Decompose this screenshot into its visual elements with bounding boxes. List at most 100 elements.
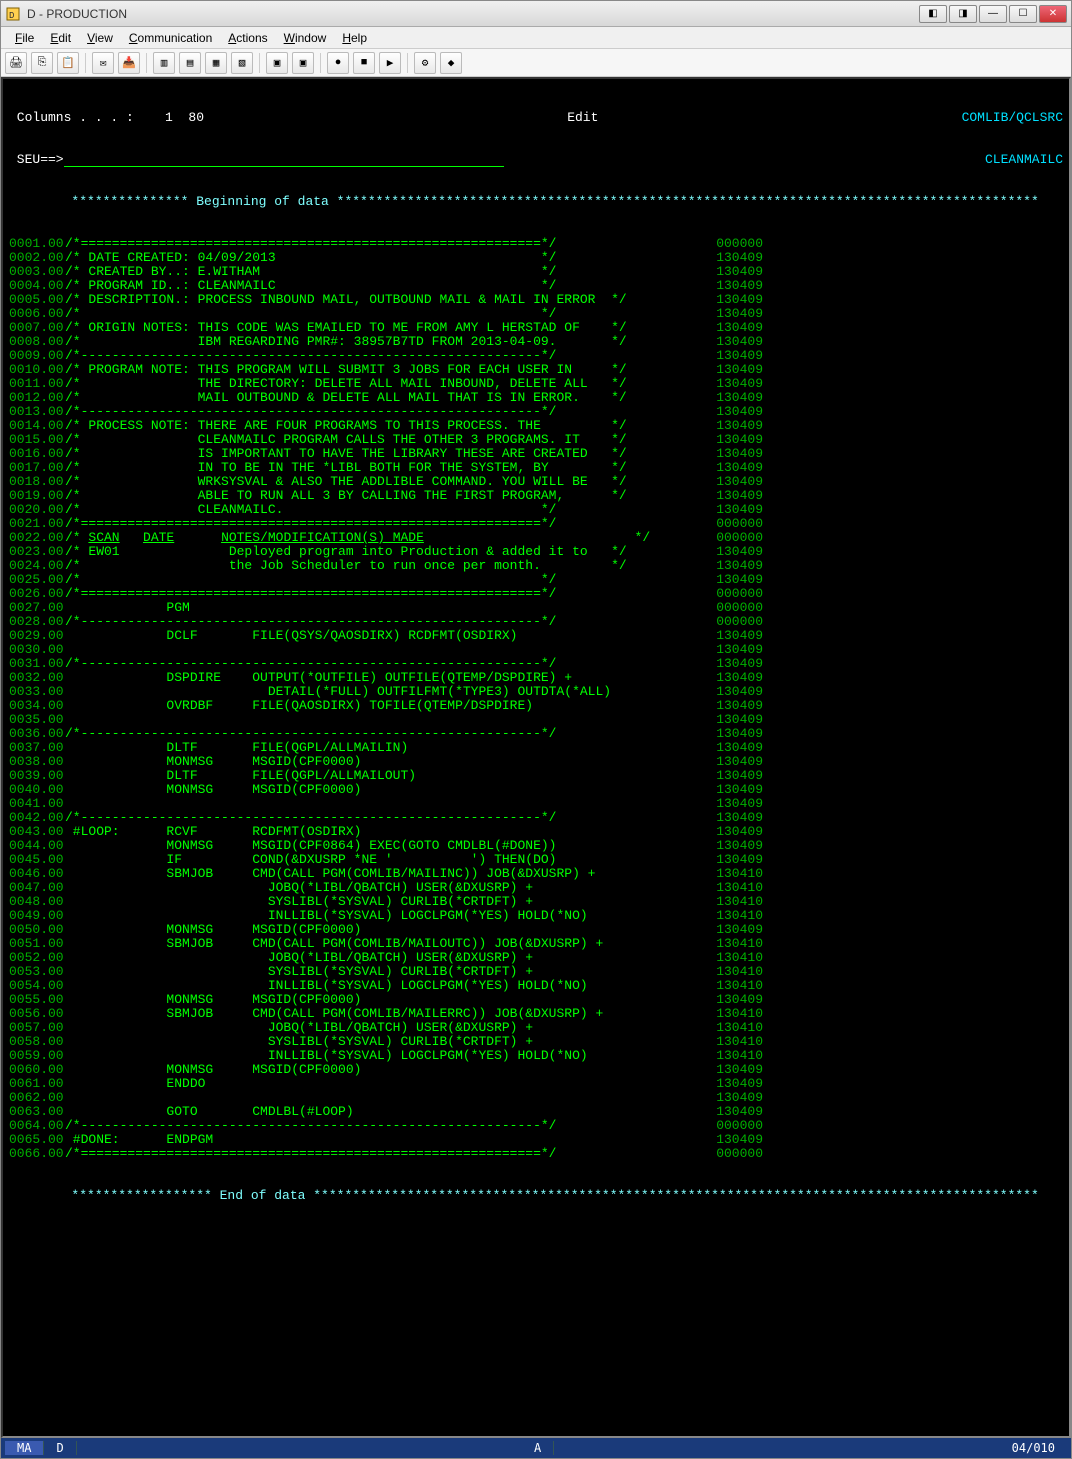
source-text[interactable]: ENDDO: [65, 1077, 205, 1091]
menu-actions[interactable]: Actions: [220, 29, 275, 47]
source-line[interactable]: 0049.00 INLLIBL(*SYSVAL) LOGCLPGM(*YES) …: [9, 909, 1063, 923]
sequence-number[interactable]: 0009.00: [9, 349, 65, 363]
source-line[interactable]: 0032.00 DSPDIRE OUTPUT(*OUTFILE) OUTFILE…: [9, 671, 1063, 685]
source-text[interactable]: /*--------------------------------------…: [65, 405, 556, 419]
source-line[interactable]: 0028.00 /*------------------------------…: [9, 615, 1063, 629]
sequence-number[interactable]: 0041.00: [9, 797, 65, 811]
sequence-number[interactable]: 0044.00: [9, 839, 65, 853]
source-text[interactable]: MONMSG MSGID(CPF0864) EXEC(GOTO CMDLBL(#…: [65, 839, 556, 853]
source-line[interactable]: 0043.00 #LOOP: RCVF RCDFMT(OSDIRX)130409: [9, 825, 1063, 839]
source-text[interactable]: MONMSG MSGID(CPF0000): [65, 783, 361, 797]
tb-screen1-icon[interactable]: ▥: [153, 52, 175, 74]
sequence-number[interactable]: 0001.00: [9, 237, 65, 251]
sequence-number[interactable]: 0014.00: [9, 419, 65, 433]
sequence-number[interactable]: 0053.00: [9, 965, 65, 979]
tb-receive-icon[interactable]: 📥: [118, 52, 140, 74]
source-text[interactable]: /* DATE CREATED: 04/09/2013 */: [65, 251, 556, 265]
source-text[interactable]: /* MAIL OUTBOUND & DELETE ALL MAIL THAT …: [65, 391, 627, 405]
source-text[interactable]: /* IS IMPORTANT TO HAVE THE LIBRARY THES…: [65, 447, 627, 461]
sequence-number[interactable]: 0059.00: [9, 1049, 65, 1063]
dock-left-button[interactable]: ◧: [919, 5, 947, 23]
minimize-button[interactable]: —: [979, 5, 1007, 23]
sequence-number[interactable]: 0062.00: [9, 1091, 65, 1105]
menu-view[interactable]: View: [79, 29, 121, 47]
source-text[interactable]: SBMJOB CMD(CALL PGM(COMLIB/MAILERRC)) JO…: [65, 1007, 603, 1021]
source-line[interactable]: 0050.00 MONMSG MSGID(CPF0000)130409: [9, 923, 1063, 937]
source-text[interactable]: /* CLEANMAILC PROGRAM CALLS THE OTHER 3 …: [65, 433, 627, 447]
tb-play-icon[interactable]: ▶: [379, 52, 401, 74]
sequence-number[interactable]: 0065.00: [9, 1133, 65, 1147]
source-text[interactable]: /* CREATED BY..: E.WITHAM */: [65, 265, 556, 279]
source-line[interactable]: 0029.00 DCLF FILE(QSYS/QAOSDIRX) RCDFMT(…: [9, 629, 1063, 643]
source-line[interactable]: 0055.00 MONMSG MSGID(CPF0000)130409: [9, 993, 1063, 1007]
sequence-number[interactable]: 0055.00: [9, 993, 65, 1007]
sequence-number[interactable]: 0015.00: [9, 433, 65, 447]
source-text[interactable]: /* ORIGIN NOTES: THIS CODE WAS EMAILED T…: [65, 321, 627, 335]
tb-settings-icon[interactable]: ⚙: [414, 52, 436, 74]
sequence-number[interactable]: 0028.00: [9, 615, 65, 629]
sequence-number[interactable]: 0031.00: [9, 657, 65, 671]
source-line[interactable]: 0037.00 DLTF FILE(QGPL/ALLMAILIN)130409: [9, 741, 1063, 755]
source-line[interactable]: 0026.00 /*==============================…: [9, 587, 1063, 601]
source-line[interactable]: 0053.00 SYSLIBL(*SYSVAL) CURLIB(*CRTDFT)…: [9, 965, 1063, 979]
menu-file[interactable]: File: [7, 29, 42, 47]
source-line[interactable]: 0044.00 MONMSG MSGID(CPF0864) EXEC(GOTO …: [9, 839, 1063, 853]
source-text[interactable]: INLLIBL(*SYSVAL) LOGCLPGM(*YES) HOLD(*NO…: [65, 979, 588, 993]
tb-help-icon[interactable]: ◆: [440, 52, 462, 74]
tb-screen3-icon[interactable]: ▦: [205, 52, 227, 74]
source-line[interactable]: 0038.00 MONMSG MSGID(CPF0000)130409: [9, 755, 1063, 769]
source-text[interactable]: JOBQ(*LIBL/QBATCH) USER(&DXUSRP) +: [65, 1021, 533, 1035]
sequence-number[interactable]: 0008.00: [9, 335, 65, 349]
source-text[interactable]: GOTO CMDLBL(#LOOP): [65, 1105, 354, 1119]
sequence-number[interactable]: 0030.00: [9, 643, 65, 657]
source-text[interactable]: PGM: [65, 601, 190, 615]
sequence-number[interactable]: 0057.00: [9, 1021, 65, 1035]
menu-edit[interactable]: Edit: [42, 29, 79, 47]
sequence-number[interactable]: 0024.00: [9, 559, 65, 573]
source-text[interactable]: DLTF FILE(QGPL/ALLMAILIN): [65, 741, 408, 755]
source-line[interactable]: 0011.00 /* THE DIRECTORY: DELETE ALL MAI…: [9, 377, 1063, 391]
source-text[interactable]: /*--------------------------------------…: [65, 349, 556, 363]
tb-screen2-icon[interactable]: ▤: [179, 52, 201, 74]
source-line[interactable]: 0048.00 SYSLIBL(*SYSVAL) CURLIB(*CRTDFT)…: [9, 895, 1063, 909]
source-line[interactable]: 0042.00 /*------------------------------…: [9, 811, 1063, 825]
source-line[interactable]: 0007.00 /* ORIGIN NOTES: THIS CODE WAS E…: [9, 321, 1063, 335]
source-line[interactable]: 0020.00 /* CLEANMAILC. */130409: [9, 503, 1063, 517]
source-text[interactable]: INLLIBL(*SYSVAL) LOGCLPGM(*YES) HOLD(*NO…: [65, 1049, 588, 1063]
source-line[interactable]: 0030.00 130409: [9, 643, 1063, 657]
sequence-number[interactable]: 0019.00: [9, 489, 65, 503]
sequence-number[interactable]: 0003.00: [9, 265, 65, 279]
source-text[interactable]: JOBQ(*LIBL/QBATCH) USER(&DXUSRP) +: [65, 881, 533, 895]
dock-right-button[interactable]: ◨: [949, 5, 977, 23]
sequence-number[interactable]: 0050.00: [9, 923, 65, 937]
source-text[interactable]: SYSLIBL(*SYSVAL) CURLIB(*CRTDFT) +: [65, 895, 533, 909]
tb-paste-icon[interactable]: 📋: [57, 52, 79, 74]
source-text[interactable]: SYSLIBL(*SYSVAL) CURLIB(*CRTDFT) +: [65, 965, 533, 979]
source-line[interactable]: 0023.00 /* EW01 Deployed program into Pr…: [9, 545, 1063, 559]
source-line[interactable]: 0002.00 /* DATE CREATED: 04/09/2013 */13…: [9, 251, 1063, 265]
source-line[interactable]: 0024.00 /* the Job Scheduler to run once…: [9, 559, 1063, 573]
source-text[interactable]: INLLIBL(*SYSVAL) LOGCLPGM(*YES) HOLD(*NO…: [65, 909, 588, 923]
source-text[interactable]: DCLF FILE(QSYS/QAOSDIRX) RCDFMT(OSDIRX): [65, 629, 517, 643]
source-text[interactable]: OVRDBF FILE(QAOSDIRX) TOFILE(QTEMP/DSPDI…: [65, 699, 533, 713]
sequence-number[interactable]: 0060.00: [9, 1063, 65, 1077]
source-text[interactable]: SBMJOB CMD(CALL PGM(COMLIB/MAILOUTC)) JO…: [65, 937, 603, 951]
sequence-number[interactable]: 0034.00: [9, 699, 65, 713]
sequence-number[interactable]: 0035.00: [9, 713, 65, 727]
source-line[interactable]: 0045.00 IF COND(&DXUSRP *NE ' ') THEN(DO…: [9, 853, 1063, 867]
close-button[interactable]: ✕: [1039, 5, 1067, 23]
tb-screen4-icon[interactable]: ▧: [231, 52, 253, 74]
sequence-number[interactable]: 0051.00: [9, 937, 65, 951]
source-text[interactable]: IF COND(&DXUSRP *NE ' ') THEN(DO): [65, 853, 556, 867]
source-text[interactable]: /* DESCRIPTION.: PROCESS INBOUND MAIL, O…: [65, 293, 627, 307]
sequence-number[interactable]: 0058.00: [9, 1035, 65, 1049]
source-line[interactable]: 0010.00 /* PROGRAM NOTE: THIS PROGRAM WI…: [9, 363, 1063, 377]
sequence-number[interactable]: 0039.00: [9, 769, 65, 783]
source-line[interactable]: 0006.00 /* */130409: [9, 307, 1063, 321]
source-line[interactable]: 0065.00 #DONE: ENDPGM130409: [9, 1133, 1063, 1147]
source-text[interactable]: /* THE DIRECTORY: DELETE ALL MAIL INBOUN…: [65, 377, 627, 391]
source-text[interactable]: SBMJOB CMD(CALL PGM(COMLIB/MAILINC)) JOB…: [65, 867, 596, 881]
source-line[interactable]: 0041.00 130409: [9, 797, 1063, 811]
source-text[interactable]: /* the Job Scheduler to run once per mon…: [65, 559, 627, 573]
source-text[interactable]: /*======================================…: [65, 1147, 556, 1161]
